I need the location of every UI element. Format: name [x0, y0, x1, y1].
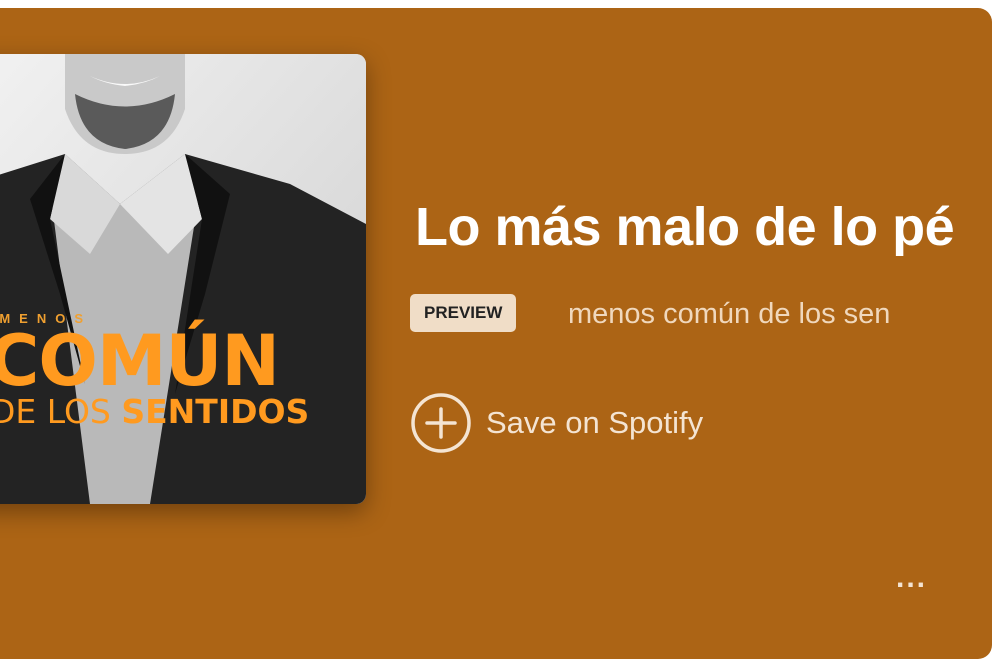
cover-main-text: COMÚN: [0, 320, 280, 402]
show-name[interactable]: menos común de los sen: [568, 298, 890, 331]
save-on-spotify-button[interactable]: Save on Spotify: [410, 392, 703, 454]
cover-sub-text: DE LOS SENTIDOS: [0, 394, 309, 430]
cover-sub-text-part-2: SENTIDOS: [121, 392, 310, 431]
add-circle-icon: [411, 393, 471, 453]
podcast-cover-art[interactable]: L MENOS COMÚN DE LOS SENTIDOS: [0, 54, 366, 504]
save-on-spotify-label: Save on Spotify: [486, 405, 704, 440]
episode-title[interactable]: Lo más malo de lo pé: [415, 196, 955, 258]
spotify-embed-card: L MENOS COMÚN DE LOS SENTIDOS Lo más mal…: [0, 8, 992, 659]
more-options-button[interactable]: ...: [896, 561, 927, 595]
preview-badge: PREVIEW: [410, 294, 517, 332]
cover-photo: [0, 54, 366, 504]
cover-sub-text-part-1: DE LOS: [0, 392, 122, 431]
